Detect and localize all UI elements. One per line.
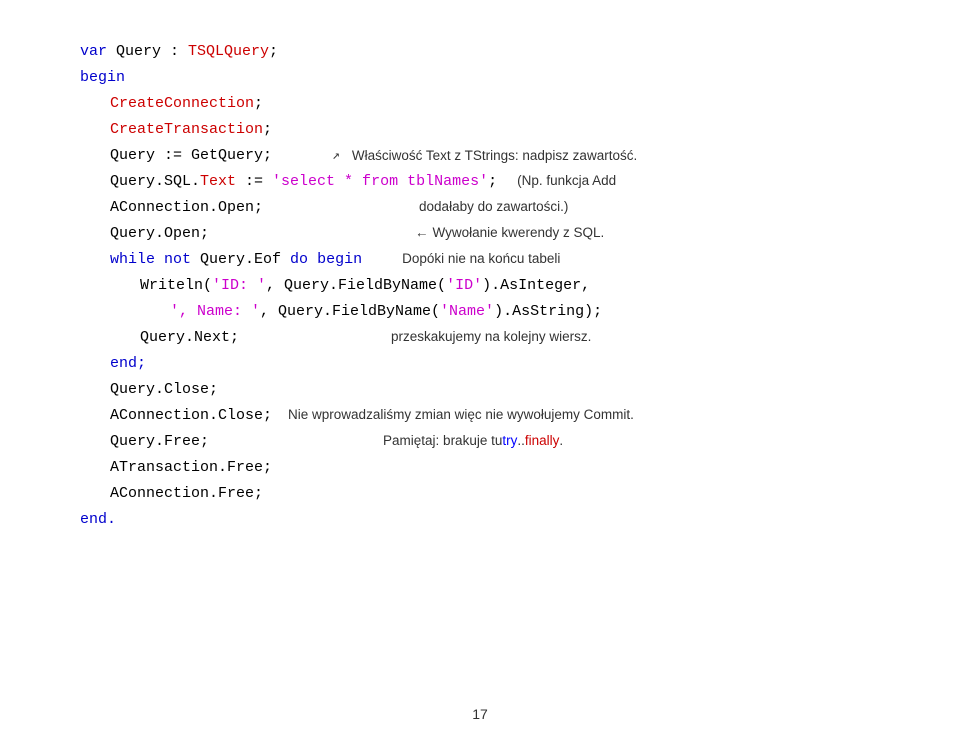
annotation-prefix-line16: Pamiętaj: brakuje tu bbox=[383, 430, 502, 452]
code-query-open: Query.Open; bbox=[110, 222, 209, 247]
code-name-str: ', Name: ' bbox=[170, 300, 260, 325]
code-line-9: while not Query.Eof do begin Dopóki nie … bbox=[80, 248, 900, 274]
arrow-diag-icon: ↗ bbox=[332, 145, 340, 166]
annotation-text-line15: Nie wprowadzaliśmy zmian więc nie wywołu… bbox=[288, 404, 634, 426]
annotation-suffix: . bbox=[559, 430, 563, 452]
code-id-str: 'ID: ' bbox=[212, 274, 266, 299]
code-semi-2: ; bbox=[254, 92, 263, 117]
code-asinteger: ).AsInteger, bbox=[482, 274, 590, 299]
code-semi-3: ; bbox=[263, 118, 272, 143]
code-semi-1: ; bbox=[269, 40, 278, 65]
code-createtransaction: CreateTransaction bbox=[110, 118, 263, 143]
code-id-param: 'ID' bbox=[446, 274, 482, 299]
code-line-13: end; bbox=[80, 352, 900, 378]
code-block: var Query : TSQLQuery ; begin CreateConn… bbox=[80, 40, 900, 534]
code-line-15: AConnection.Close; Nie wprowadzaliśmy zm… bbox=[80, 404, 900, 430]
code-aconnection-free: AConnection.Free; bbox=[110, 482, 263, 507]
annotation-text-line7: dodałaby do zawartości.) bbox=[419, 196, 568, 218]
code-semi-4: ; bbox=[488, 170, 497, 195]
code-select-str: 'select * from tblNames' bbox=[272, 170, 488, 195]
annotation-text-line5: Właściwość Text z TStrings: nadpisz zawa… bbox=[352, 145, 637, 167]
code-line-4: CreateTransaction ; bbox=[80, 118, 900, 144]
annotation-text-line6: (Np. funkcja Add bbox=[517, 170, 616, 192]
annotation-try: try bbox=[502, 430, 517, 452]
code-line-3: CreateConnection ; bbox=[80, 92, 900, 118]
code-query-eof: Query.Eof bbox=[200, 248, 290, 273]
keyword-begin-2: begin bbox=[317, 248, 362, 273]
arrow-left-icon: ← bbox=[415, 222, 429, 244]
keyword-end-1: end; bbox=[110, 352, 146, 377]
code-querysql: Query.SQL. bbox=[110, 170, 200, 195]
code-query-free: Query.Free; bbox=[110, 430, 209, 455]
annotation-finally: finally bbox=[525, 430, 560, 452]
annotation-line16: Pamiętaj: brakuje tu try .. finally . bbox=[383, 430, 563, 452]
annotation-sep: .. bbox=[517, 430, 525, 452]
code-line-1: var Query : TSQLQuery ; bbox=[80, 40, 900, 66]
annotation-text-line8: Wywołanie kwerendy z SQL. bbox=[433, 222, 605, 244]
code-line-5: Query := GetQuery; ↗ Właściwość Text z T… bbox=[80, 144, 900, 170]
code-fieldbyname-2: , Query.FieldByName( bbox=[260, 300, 440, 325]
annotation-text-line12: przeskakujemy na kolejny wiersz. bbox=[391, 326, 591, 348]
code-getquery: Query := GetQuery; bbox=[110, 144, 272, 169]
keyword-not: not bbox=[164, 248, 200, 273]
code-createconnection: CreateConnection bbox=[110, 92, 254, 117]
code-aconnection-close: AConnection.Close; bbox=[110, 404, 272, 429]
annotation-line5: ↗ Właściwość Text z TStrings: nadpisz za… bbox=[332, 145, 637, 167]
code-line-8: Query.Open; ← Wywołanie kwerendy z SQL. bbox=[80, 222, 900, 248]
code-asstring: ).AsString); bbox=[494, 300, 602, 325]
code-query-close: Query.Close; bbox=[110, 378, 218, 403]
code-line-17: ATransaction.Free; bbox=[80, 456, 900, 482]
page-container: var Query : TSQLQuery ; begin CreateConn… bbox=[0, 0, 960, 742]
code-assign: := bbox=[236, 170, 272, 195]
keyword-var: var bbox=[80, 40, 116, 65]
code-fieldbyname-1: , Query.FieldByName( bbox=[266, 274, 446, 299]
code-line-7: AConnection.Open; dodałaby do zawartości… bbox=[80, 196, 900, 222]
code-line-12: Query.Next; przeskakujemy na kolejny wie… bbox=[80, 326, 900, 352]
annotation-text-line9: Dopóki nie na końcu tabeli bbox=[402, 248, 560, 270]
code-tsqlquery: TSQLQuery bbox=[188, 40, 269, 65]
page-number: 17 bbox=[472, 706, 488, 722]
keyword-while: while bbox=[110, 248, 164, 273]
code-line-6: Query.SQL. Text := 'select * from tblNam… bbox=[80, 170, 900, 196]
code-line-10: Writeln( 'ID: ' , Query.FieldByName( 'ID… bbox=[80, 274, 900, 300]
keyword-end-final: end. bbox=[80, 508, 116, 533]
keyword-begin-1: begin bbox=[80, 66, 125, 91]
code-line-14: Query.Close; bbox=[80, 378, 900, 404]
code-atransaction-free: ATransaction.Free; bbox=[110, 456, 272, 481]
code-query-next: Query.Next; bbox=[140, 326, 239, 351]
code-line-11: ', Name: ' , Query.FieldByName( 'Name' )… bbox=[80, 300, 900, 326]
annotation-line8: ← Wywołanie kwerendy z SQL. bbox=[415, 222, 604, 244]
code-text-prop: Text bbox=[200, 170, 236, 195]
code-line-18: AConnection.Free; bbox=[80, 482, 900, 508]
code-aconnection-open: AConnection.Open; bbox=[110, 196, 263, 221]
code-line-16: Query.Free; Pamiętaj: brakuje tu try .. … bbox=[80, 430, 900, 456]
keyword-do: do bbox=[290, 248, 317, 273]
code-line-2: begin bbox=[80, 66, 900, 92]
code-name-param: 'Name' bbox=[440, 300, 494, 325]
code-writeln-1: Writeln( bbox=[140, 274, 212, 299]
code-line-19: end. bbox=[80, 508, 900, 534]
code-query-1: Query : bbox=[116, 40, 188, 65]
